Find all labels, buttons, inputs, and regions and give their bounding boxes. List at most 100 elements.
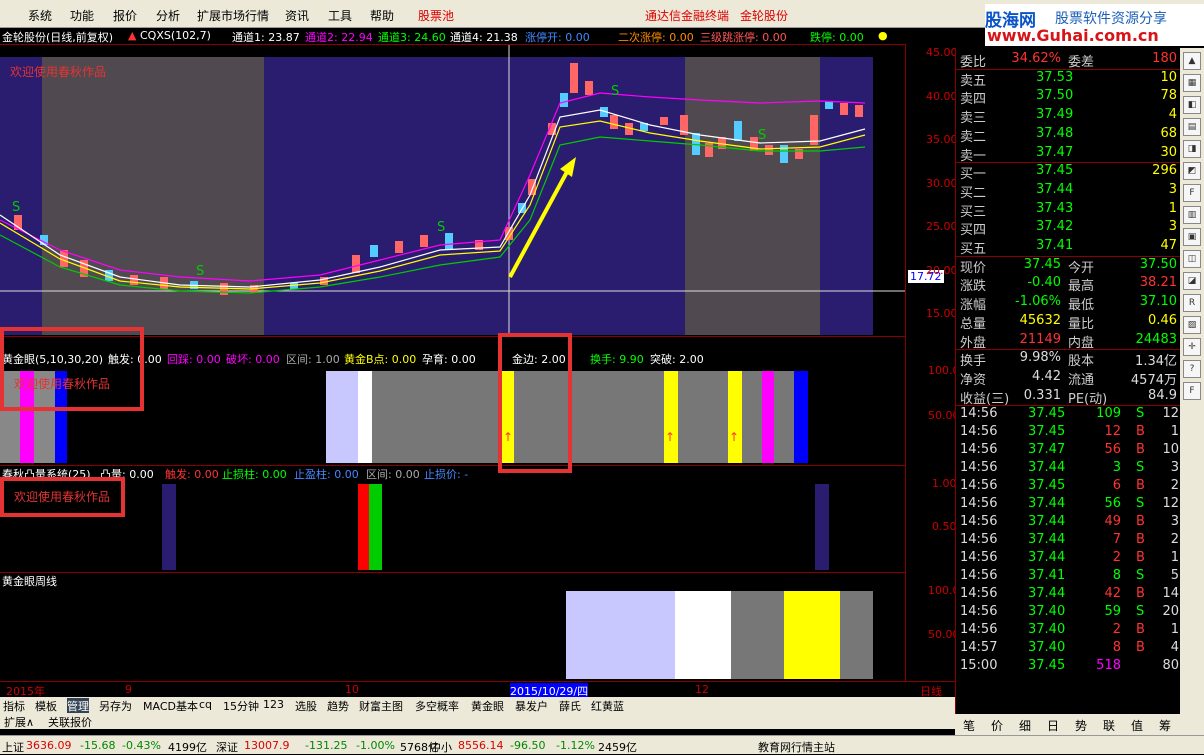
quote-tab[interactable]: 细: [1019, 717, 1031, 734]
menu-item[interactable]: 功能: [70, 7, 94, 24]
tick-side: S: [1136, 406, 1145, 422]
indicator-tab[interactable]: 黄金眼: [471, 698, 504, 714]
weekly-golden-eye-panel[interactable]: 黄金眼周线: [0, 572, 905, 681]
volume-system-panel[interactable]: 春秋凸量系统(25) 凸量: 0.00 触发: 0.00 止损柱: 0.00 止…: [0, 465, 905, 572]
tool-icon[interactable]: ▨: [1183, 316, 1201, 334]
brand-url: www.Guhai.com.cn: [987, 26, 1159, 45]
label2: PE(动): [1068, 391, 1108, 407]
indicator-tab[interactable]: 123: [263, 698, 284, 711]
bid-volume: 1: [1168, 200, 1177, 216]
bid-row[interactable]: 买一 37.45 296: [956, 162, 1181, 182]
price-tick: 25.00: [926, 220, 958, 233]
tool-icon[interactable]: ◪: [1183, 272, 1201, 290]
indicator-tab[interactable]: 15分钟: [223, 698, 259, 714]
quote-tab[interactable]: 值: [1131, 717, 1143, 734]
ask-row[interactable]: 卖四 37.50 78: [956, 87, 1181, 107]
menu-item[interactable]: 金轮股份: [740, 7, 788, 24]
tick-time: 14:56: [960, 478, 998, 494]
indicator-tab[interactable]: 另存为: [99, 698, 132, 714]
tool-icon[interactable]: F: [1183, 184, 1201, 202]
quote-tab[interactable]: 筹: [1159, 717, 1171, 734]
indicator-tab[interactable]: 指标: [3, 698, 25, 714]
quote-tab[interactable]: 势: [1075, 717, 1087, 734]
tick-time: 14:57: [960, 640, 998, 656]
value2: 84.9: [1148, 387, 1177, 403]
tick-count: 10: [1162, 442, 1179, 458]
tick-count: 14: [1162, 586, 1179, 602]
indicator-tab[interactable]: 管理: [67, 698, 89, 714]
menu-item[interactable]: 扩展市场行情: [197, 7, 269, 24]
tool-icon[interactable]: ◫: [1183, 250, 1201, 268]
bid-row[interactable]: 买五 37.41 47: [956, 237, 1181, 257]
tick-count: 3: [1170, 460, 1179, 476]
tool-icon[interactable]: ◩: [1183, 162, 1201, 180]
indicator-tab[interactable]: 财富主图: [359, 698, 403, 714]
indicator-info-bar: 金轮股份(日线,前复权) ▲ CQXS(102,7) 通道1: 23.87 通道…: [0, 28, 910, 44]
up-arrow-icon: ▲: [128, 29, 137, 42]
candle: [825, 101, 833, 109]
quote-tab[interactable]: 价: [991, 717, 1003, 734]
tool-icon[interactable]: R: [1183, 294, 1201, 312]
tool-icon[interactable]: F: [1183, 382, 1201, 400]
ask-row[interactable]: 卖五 37.53 10: [956, 69, 1181, 89]
indicator-tab[interactable]: 薛氏: [559, 698, 581, 714]
status-item: -1.00%: [356, 739, 395, 752]
menu-item[interactable]: 帮助: [370, 7, 394, 24]
tool-icon[interactable]: ▥: [1183, 206, 1201, 224]
ask-row[interactable]: 卖二 37.48 68: [956, 125, 1181, 145]
indicator-tab[interactable]: 模板: [35, 698, 57, 714]
limit-down: 跌停: 0.00: [810, 31, 864, 44]
expand-button[interactable]: 扩展∧: [4, 714, 34, 730]
tool-icon[interactable]: ▤: [1183, 118, 1201, 136]
indicator-tab[interactable]: 多空概率: [415, 698, 459, 714]
tick-count: 12: [1162, 496, 1179, 512]
indicator-tab[interactable]: 暴发户: [515, 698, 548, 714]
tool-icon[interactable]: ✛: [1183, 338, 1201, 356]
tool-icon[interactable]: ?: [1183, 360, 1201, 378]
menu-item[interactable]: 系统: [28, 7, 52, 24]
tick-row: 14:56 37.40 59 S 20: [956, 603, 1181, 621]
tick-volume: 12: [1104, 424, 1121, 440]
menu-item[interactable]: 分析: [156, 7, 180, 24]
indicator-tab[interactable]: 趋势: [327, 698, 349, 714]
menu-item[interactable]: 报价: [113, 7, 137, 24]
indicator-tab[interactable]: cq: [199, 698, 212, 711]
tick-row: 14:56 37.45 6 B 2: [956, 477, 1181, 495]
tick-row: 14:56 37.44 7 B 2: [956, 531, 1181, 549]
tick-time: 14:56: [960, 622, 998, 638]
quote-tab[interactable]: 日: [1047, 717, 1059, 734]
quote-tab[interactable]: 联: [1103, 717, 1115, 734]
menu-item[interactable]: 资讯: [285, 7, 309, 24]
tool-icon[interactable]: ◧: [1183, 96, 1201, 114]
tool-icon[interactable]: ▦: [1183, 74, 1201, 92]
bid-row[interactable]: 买四 37.42 3: [956, 218, 1181, 238]
tool-icon[interactable]: ▣: [1183, 228, 1201, 246]
bid-row[interactable]: 买三 37.43 1: [956, 200, 1181, 220]
svg-text:↑: ↑: [729, 430, 739, 444]
stat2-row: 收益(三) 0.331 PE(动) 84.9: [956, 387, 1181, 407]
ask-row[interactable]: 卖三 37.49 4: [956, 106, 1181, 126]
menu-item[interactable]: 通达信金融终端: [645, 7, 729, 24]
indicator-name[interactable]: CQXS(102,7): [140, 29, 211, 42]
candle: [765, 145, 773, 155]
tool-icon[interactable]: ◨: [1183, 140, 1201, 158]
tool-icon[interactable]: ▲: [1183, 52, 1201, 70]
stat2-row: 净资 4.42 流通 4574万: [956, 368, 1181, 388]
indicator-tab[interactable]: 红黄蓝: [591, 698, 624, 714]
label: 委比: [960, 55, 987, 70]
tick-volume: 7: [1112, 532, 1121, 548]
menu-item[interactable]: 股票池: [418, 7, 454, 24]
label: 涨跌: [960, 279, 987, 295]
bid-row[interactable]: 买二 37.44 3: [956, 181, 1181, 201]
panel4-axis: 100.0 50.00: [905, 572, 960, 681]
bid-label: 买二: [960, 185, 987, 201]
menu-item[interactable]: 工具: [328, 7, 352, 24]
main-kline-panel[interactable]: S S S S S 欢迎使用春秋作品 财 停 高 涨榜: [0, 44, 905, 353]
related-quote-button[interactable]: 关联报价: [48, 714, 92, 730]
quote-tab[interactable]: 笔: [963, 717, 975, 734]
tick-price: 37.44: [1028, 550, 1066, 566]
indicator-tab[interactable]: 选股: [295, 698, 317, 714]
indicator-tab[interactable]: MACD基本: [143, 698, 198, 714]
ask-volume: 68: [1160, 125, 1177, 141]
ask-row[interactable]: 卖一 37.47 30: [956, 144, 1181, 164]
